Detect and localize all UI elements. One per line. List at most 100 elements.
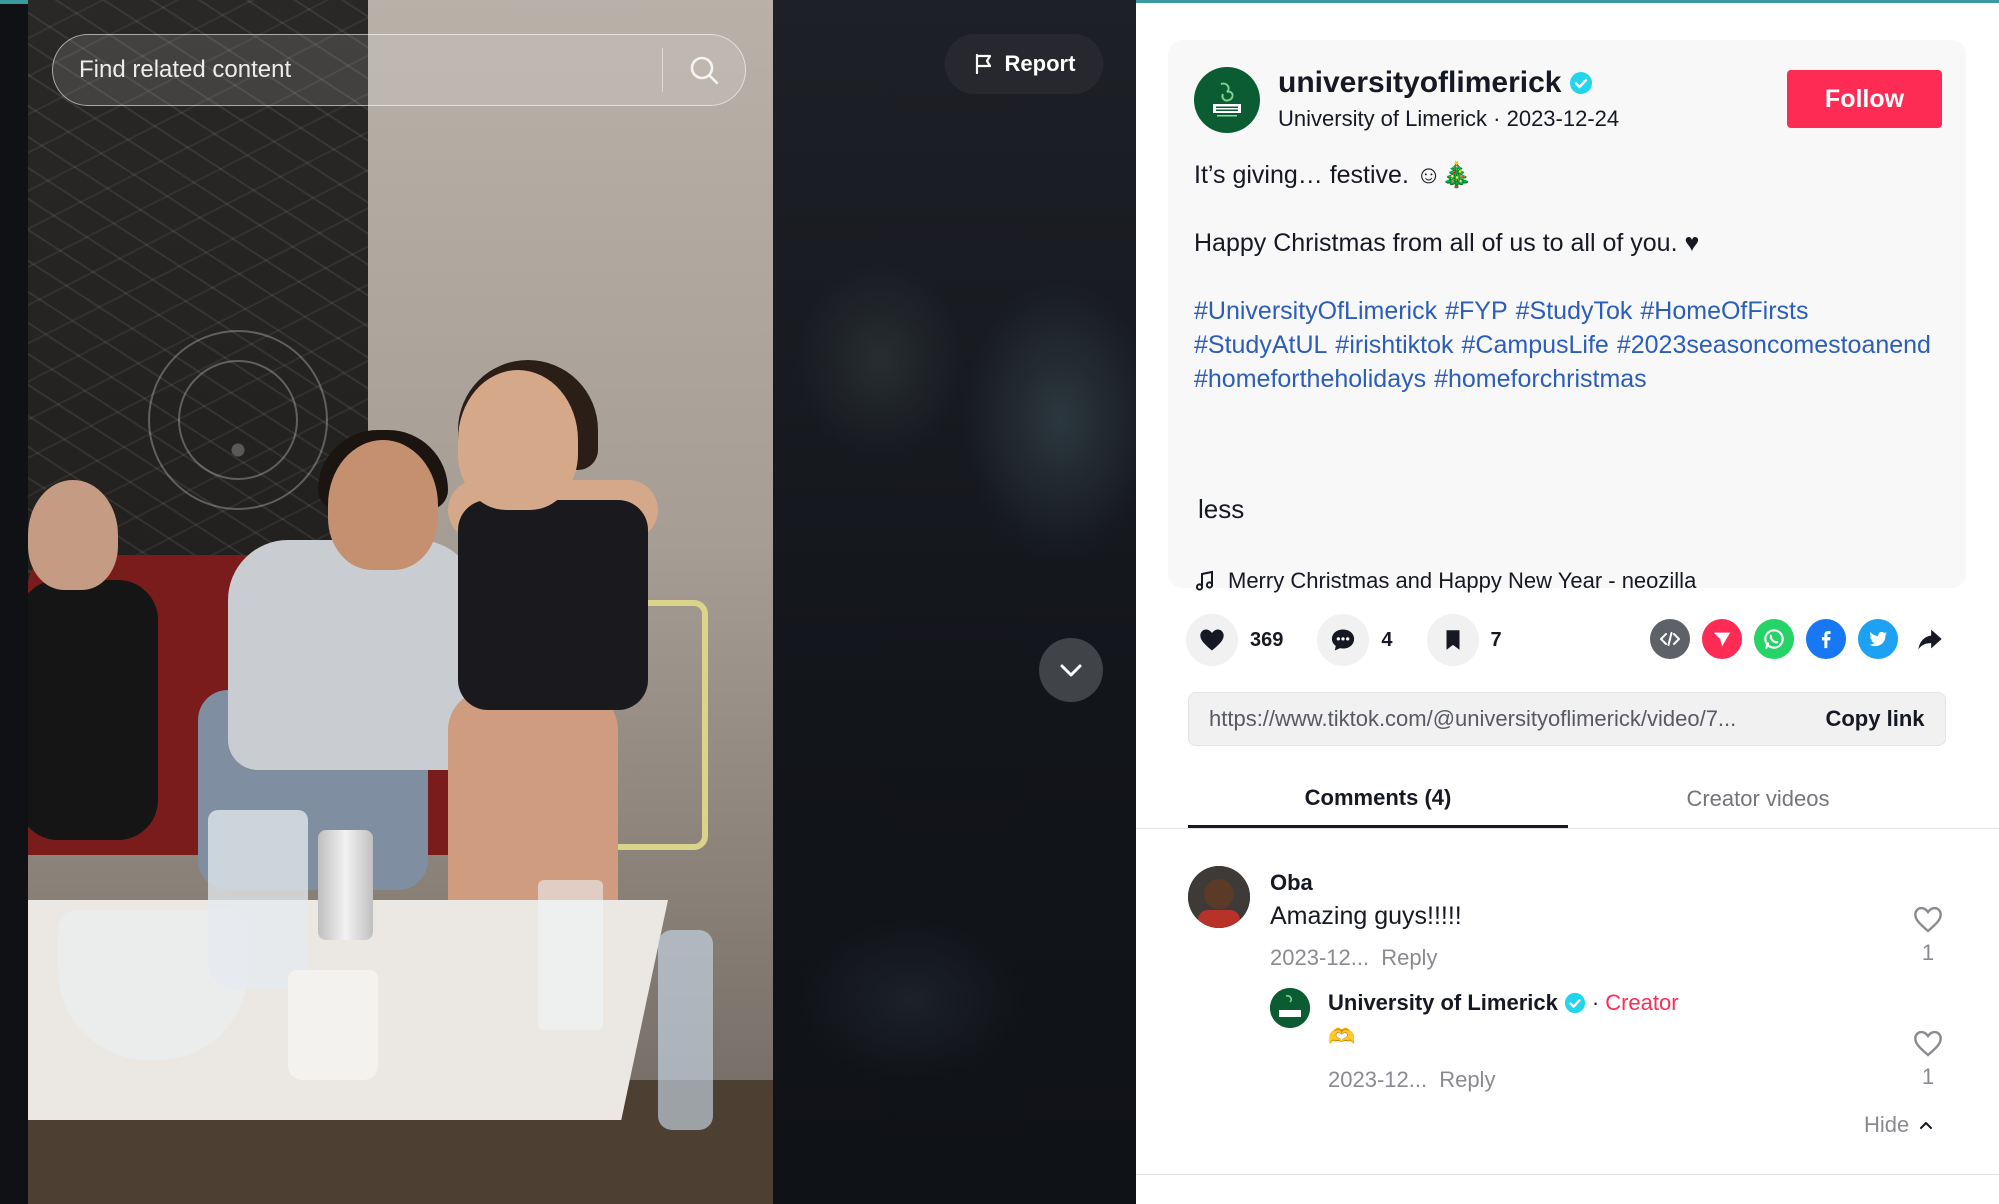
report-button[interactable]: Report xyxy=(945,34,1103,94)
hashtag-link[interactable]: #FYP xyxy=(1445,294,1508,328)
report-label: Report xyxy=(1004,51,1076,76)
next-video-button[interactable] xyxy=(1039,638,1103,702)
hashtag-link[interactable]: #CampusLife xyxy=(1462,328,1609,362)
caption-line: It’s giving… festive. ☺🎄 xyxy=(1194,161,1473,189)
heart-icon xyxy=(1200,629,1224,651)
whatsapp-icon[interactable] xyxy=(1754,619,1794,659)
facebook-icon[interactable] xyxy=(1806,619,1846,659)
reply-meta: 2023-12... Reply xyxy=(1328,1067,1495,1093)
chevron-down-icon xyxy=(1060,664,1082,677)
show-less-button[interactable]: less xyxy=(1198,494,1244,525)
hashtag-link[interactable]: #irishtiktok xyxy=(1335,328,1453,362)
copy-link-box: https://www.tiktok.com/@universityoflime… xyxy=(1188,692,1946,746)
side-panel: universityoflimerick University of Limer… xyxy=(1136,0,1999,1204)
save-button[interactable]: 7 xyxy=(1426,614,1502,666)
verified-badge-icon xyxy=(1570,72,1593,94)
hashtag-link[interactable]: #UniversityOfLimerick xyxy=(1194,294,1437,328)
video-frame-jug xyxy=(208,810,308,990)
music-link[interactable]: Merry Christmas and Happy New Year - neo… xyxy=(1194,568,1696,594)
author-avatar[interactable] xyxy=(1194,67,1260,133)
hashtag-link[interactable]: #StudyTok xyxy=(1516,294,1633,328)
comments-bottom-divider xyxy=(1136,1174,1999,1175)
facebook-f-icon xyxy=(1821,631,1831,649)
video-frame-person xyxy=(28,580,158,840)
hashtag-list: #UniversityOfLimerick #FYP #StudyTok #Ho… xyxy=(1194,294,1934,396)
video-frame-bottle xyxy=(658,930,713,1130)
share-arrow-icon[interactable] xyxy=(1910,619,1950,659)
comment-button[interactable]: 4 xyxy=(1317,614,1393,666)
reply-text: 🫶 xyxy=(1328,1024,1356,1049)
whatsapp-glyph-icon xyxy=(1764,629,1784,649)
engagement-actions: 369 4 7 xyxy=(1186,614,1536,666)
search-icon xyxy=(690,56,719,85)
search-bar xyxy=(52,34,746,106)
flag-icon xyxy=(975,53,991,75)
video-frame-chalk-drawing xyxy=(178,360,298,480)
tab-creator-videos[interactable]: Creator videos xyxy=(1568,770,1948,828)
author-subtitle: University of Limerick · 2023-12-24 xyxy=(1278,106,1620,131)
tabs-divider xyxy=(1136,828,1999,829)
video-frame-person xyxy=(328,440,438,570)
hashtag-link[interactable]: #HomeOfFirsts xyxy=(1640,294,1808,328)
embed-code-icon xyxy=(1660,632,1680,646)
comment-count: 4 xyxy=(1381,628,1393,651)
creator-label: Creator xyxy=(1605,990,1679,1015)
commenter-username[interactable]: Oba xyxy=(1270,870,1313,896)
caption-line: Happy Christmas from all of us to all of… xyxy=(1194,229,1700,257)
like-button[interactable]: 369 xyxy=(1186,614,1283,666)
video-frame-person xyxy=(458,370,578,510)
post-info-card: universityoflimerick University of Limer… xyxy=(1168,40,1966,593)
hashtag-link[interactable]: #2023seasoncomestoanend xyxy=(1617,328,1931,362)
tab-comments[interactable]: Comments (4) xyxy=(1188,770,1568,828)
hashtag-link[interactable]: #homeforchristmas xyxy=(1434,362,1647,396)
video-frame-person xyxy=(458,500,648,710)
video-frame-person xyxy=(28,480,118,590)
search-button[interactable] xyxy=(663,35,745,105)
reply-author-avatar[interactable] xyxy=(1270,988,1310,1028)
video-frame-can xyxy=(318,830,373,940)
paper-plane-icon xyxy=(1713,632,1731,647)
verified-badge-icon xyxy=(1564,992,1585,1014)
hashtag-link[interactable]: #StudyAtUL xyxy=(1194,328,1327,362)
reply-like-button[interactable]: 1 xyxy=(1906,1028,1950,1090)
save-circle xyxy=(1426,614,1479,666)
music-note-icon xyxy=(1195,570,1214,591)
reply-date: 2023-12... xyxy=(1328,1067,1428,1092)
comment-circle xyxy=(1317,614,1370,666)
video-player[interactable] xyxy=(28,0,773,1204)
hide-replies-button[interactable]: Hide xyxy=(1864,1112,1935,1138)
commenter-avatar[interactable] xyxy=(1188,866,1250,928)
music-title: Merry Christmas and Happy New Year - neo… xyxy=(1228,568,1697,593)
reply-author[interactable]: University of Limerick · Creator xyxy=(1328,990,1679,1016)
comment-meta: 2023-12... Reply xyxy=(1270,945,1437,971)
reply-button[interactable]: Reply xyxy=(1439,1067,1495,1092)
comments-tabs: Comments (4) Creator videos xyxy=(1188,770,1948,828)
copy-link-button[interactable]: Copy link xyxy=(1805,706,1945,732)
video-link-url[interactable]: https://www.tiktok.com/@universityoflime… xyxy=(1189,706,1805,732)
reply-like-count: 1 xyxy=(1921,1064,1935,1089)
save-count: 7 xyxy=(1490,628,1502,651)
send-to-friends-icon[interactable] xyxy=(1702,619,1742,659)
video-frame-mug xyxy=(288,970,378,1080)
share-forward-icon xyxy=(1918,629,1942,650)
author-username[interactable]: universityoflimerick xyxy=(1278,66,1593,100)
hide-label: Hide xyxy=(1864,1112,1910,1137)
video-frame-person xyxy=(228,540,478,770)
hashtag-link[interactable]: #homefortheholidays xyxy=(1194,362,1426,396)
comment-like-count: 1 xyxy=(1921,940,1935,965)
heart-outline-icon xyxy=(1914,1030,1942,1057)
comment-like-button[interactable]: 1 xyxy=(1906,904,1950,966)
embed-icon[interactable] xyxy=(1650,619,1690,659)
comment-bubble-icon xyxy=(1332,629,1355,651)
search-input[interactable] xyxy=(53,35,662,105)
video-frame-glass xyxy=(538,880,603,1030)
follow-button[interactable]: Follow xyxy=(1787,70,1942,128)
like-circle xyxy=(1186,614,1238,666)
university-logo-icon xyxy=(1270,988,1310,1028)
reply-button[interactable]: Reply xyxy=(1381,945,1437,970)
twitter-icon[interactable] xyxy=(1858,619,1898,659)
comment-date: 2023-12... xyxy=(1270,945,1370,970)
share-buttons xyxy=(1650,619,1950,659)
chevron-up-icon xyxy=(1920,1122,1933,1129)
twitter-bird-icon xyxy=(1869,631,1887,647)
